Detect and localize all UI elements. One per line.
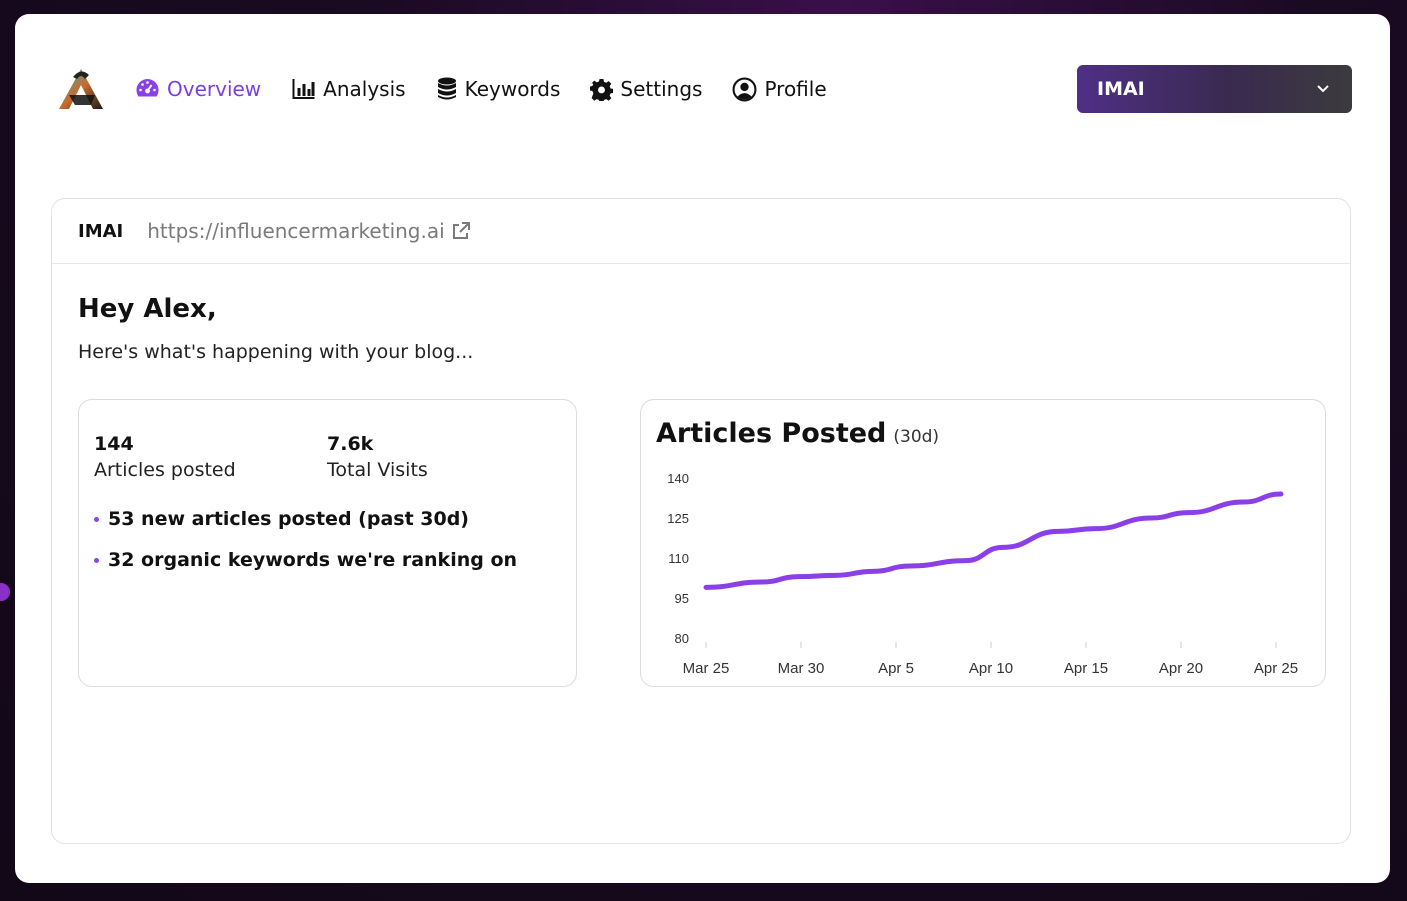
gauge-icon [136,79,159,97]
x-tick-label: Mar 25 [683,660,730,677]
chevron-down-icon [1317,85,1329,93]
bullet-dot [94,557,99,563]
nav-settings[interactable]: Settings [590,77,702,101]
highlight-text: 53 new articles posted (past 30d) [108,508,469,530]
bar-chart-icon [292,79,315,99]
greeting-heading: Hey Alex, [78,294,217,324]
site-selector-value: IMAI [1097,78,1145,100]
nav-analysis[interactable]: Analysis [291,77,406,101]
y-tick-label: 110 [668,551,689,566]
site-url-link[interactable]: https://influencermarketing.ai [147,219,470,243]
stat-visits-label: Total Visits [327,459,428,481]
nav-profile-label: Profile [764,77,827,101]
stats-card: 144 Articles posted 7.6k Total Visits 53… [78,399,577,687]
stat-articles-value: 144 [94,433,134,455]
nav-keywords-label: Keywords [464,77,561,101]
user-circle-icon [732,77,757,101]
site-header: IMAI https://influencermarketing.ai [52,199,1350,264]
highlight-text: 32 organic keywords we're ranking on [108,549,518,571]
background-glow [0,583,10,601]
app-window: Overview Analysis Keywords Settings Prof… [15,14,1390,883]
nav-profile[interactable]: Profile [732,77,827,102]
site-selector[interactable]: IMAI [1077,65,1352,113]
x-tick-label: Apr 10 [969,660,1013,677]
x-tick-label: Apr 20 [1159,660,1203,677]
stat-articles-label: Articles posted [94,459,236,481]
bullet-dot [94,516,99,522]
external-link-icon [452,222,470,239]
list-item: 53 new articles posted (past 30d) [94,508,517,530]
site-url-text: https://influencermarketing.ai [147,219,445,243]
site-name: IMAI [78,220,124,242]
stat-visits: 7.6k Total Visits [327,433,428,481]
nav-overview[interactable]: Overview [135,77,261,101]
highlights-list: 53 new articles posted (past 30d) 32 org… [94,508,517,590]
database-icon [437,77,456,100]
stat-visits-value: 7.6k [327,433,374,455]
y-tick-label: 140 [667,471,689,486]
nav-overview-label: Overview [167,77,262,101]
nav-keywords[interactable]: Keywords [436,77,561,101]
gear-icon [590,78,614,101]
nav-analysis-label: Analysis [323,77,406,101]
x-tick-label: Apr 5 [878,660,914,677]
top-nav: Overview Analysis Keywords Settings Prof… [55,64,857,114]
articles-chart-card: Articles Posted (30d) 140 125 110 95 80 Mar 2… [640,399,1326,687]
nav-settings-label: Settings [620,77,703,101]
articles-line-chart: 140 125 110 95 80 Mar 25 Mar 30 Apr 5 Apr 10 Apr … [667,471,1298,677]
greeting-subtitle: Here's what's happening with your blog..… [78,341,474,363]
y-tick-label: 80 [675,631,689,646]
x-tick-label: Apr 15 [1064,660,1108,677]
y-tick-label: 95 [675,591,689,606]
x-tick-label: Mar 30 [778,660,825,677]
app-logo[interactable] [55,65,107,113]
y-tick-label: 125 [667,511,689,526]
overview-card: IMAI https://influencermarketing.ai Hey … [51,198,1351,844]
x-tick-label: Apr 25 [1254,660,1298,677]
stat-articles: 144 Articles posted [94,433,236,481]
list-item: 32 organic keywords we're ranking on [94,549,517,571]
series-line [703,491,1284,590]
